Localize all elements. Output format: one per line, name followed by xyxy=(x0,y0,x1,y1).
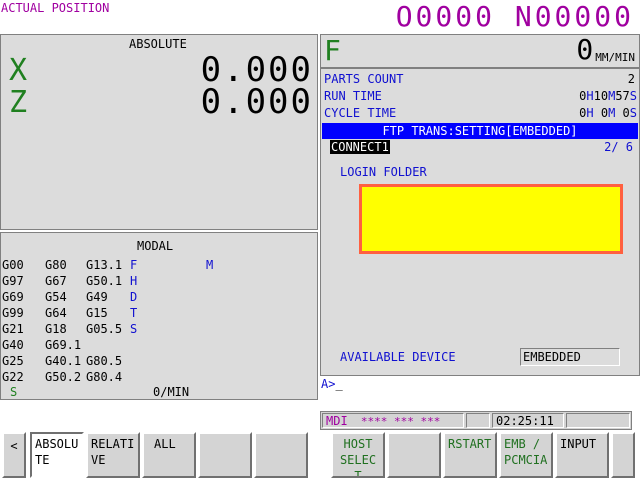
program-number: O0000 N00000 xyxy=(396,2,634,32)
position-panel: ABSOLUTE X 0.000 Z 0.000 xyxy=(0,34,318,230)
axis-x-label: X xyxy=(9,53,28,88)
input-line[interactable]: A>_ xyxy=(320,377,640,393)
feed-readout: 0 MM/MIN xyxy=(576,35,635,65)
softkey-blank-2[interactable] xyxy=(254,432,308,478)
feed-unit: MM/MIN xyxy=(595,51,635,64)
softkey-next[interactable] xyxy=(611,432,635,478)
counters-panel: PARTS COUNT 2 RUN TIME 0H10M57S CYCLE TI… xyxy=(320,68,640,376)
status-stars: **** *** *** xyxy=(360,415,441,428)
modal-s-label: S xyxy=(10,385,18,399)
status-blank-1 xyxy=(466,413,490,428)
parts-count-label: PARTS COUNT xyxy=(324,72,404,86)
cycle-time-value: 0H 0M 0S xyxy=(579,106,637,120)
softkey-emb-pcmcia[interactable]: EMB / PCMCIA xyxy=(499,432,553,478)
feed-panel: F 0 MM/MIN xyxy=(320,34,640,68)
mode-indicator: MDI **** *** *** xyxy=(322,413,464,428)
modal-row: G99 G64 G15 T xyxy=(2,306,138,320)
modal-table: G00 G80 G13.1 F M G97 G67 G50.1 H G69 G54 G49 D G9… xyxy=(2,257,213,385)
clock: 02:25:11 xyxy=(492,413,564,428)
mode-label: MDI xyxy=(326,414,348,428)
modal-row: G21 G18 G05.5 S xyxy=(2,322,138,336)
modal-row: G69 G54 G49 D xyxy=(2,290,138,304)
screen-title: ACTUAL POSITION xyxy=(1,1,110,15)
feed-label: F xyxy=(324,34,341,67)
status-bar: MDI **** *** *** 02:25:11 xyxy=(320,411,632,430)
softkey-all[interactable]: ALL xyxy=(142,432,196,478)
sequence-number-value: N00000 xyxy=(514,0,634,33)
modal-row: G22 G50.2 G80.4 xyxy=(2,370,123,384)
modal-title: MODAL xyxy=(137,239,174,253)
parts-count-value: 2 xyxy=(627,72,635,86)
axis-z-label: Z xyxy=(9,85,28,120)
softkey-input[interactable]: INPUT xyxy=(555,432,609,478)
softkey-prev-arrow[interactable]: < xyxy=(2,432,26,478)
program-number-value: O0000 xyxy=(395,0,495,33)
ftp-banner: FTP TRANS:SETTING[EMBEDDED] xyxy=(322,123,638,139)
softkey-rstart[interactable]: RSTART xyxy=(443,432,497,478)
softkey-absolute[interactable]: ABSOLUTE xyxy=(30,432,84,478)
position-title: ABSOLUTE xyxy=(129,37,187,51)
page-indicator: 2/ 6 xyxy=(604,140,633,154)
modal-feed-unit: 0/MIN xyxy=(153,385,190,399)
connection-name[interactable]: CONNECT1 xyxy=(330,140,390,154)
run-time-label: RUN TIME xyxy=(324,89,382,103)
login-folder-field[interactable] xyxy=(359,184,623,254)
softkey-relative[interactable]: RELATIVE xyxy=(86,432,140,478)
modal-row: G25 G40.1 G80.5 xyxy=(2,354,123,368)
modal-row: G97 G67 G50.1 H xyxy=(2,274,138,288)
axis-z-value: 0.000 xyxy=(200,82,313,122)
softkey-host-select[interactable]: HOST SELECT xyxy=(331,432,385,478)
cycle-time-label: CYCLE TIME xyxy=(324,106,397,120)
modal-row: G00 G80 G13.1 F M xyxy=(2,258,214,272)
input-value: _ xyxy=(335,377,343,391)
modal-panel: MODAL G00 G80 G13.1 F M G97 G67 G50.1 H G69 G54 G… xyxy=(0,232,318,400)
available-device-value: EMBEDDED xyxy=(520,348,620,366)
softkey-blank-1[interactable] xyxy=(198,432,252,478)
status-blank-2 xyxy=(566,413,630,428)
run-time-value: 0H10M57S xyxy=(579,89,637,103)
input-prompt: A> xyxy=(321,377,336,391)
modal-row: G40 G69.1 xyxy=(2,338,82,352)
softkey-blank-3[interactable] xyxy=(387,432,441,478)
login-folder-label: LOGIN FOLDER xyxy=(340,165,427,179)
available-device-label: AVAILABLE DEVICE xyxy=(340,350,456,364)
feed-value: 0 xyxy=(576,33,594,66)
